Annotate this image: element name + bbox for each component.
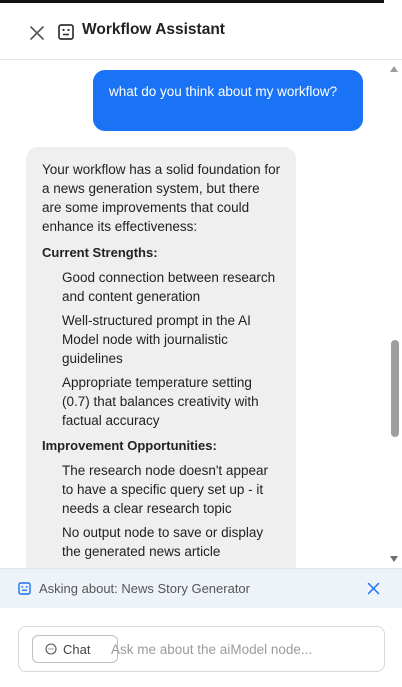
chat-scrollbar[interactable] bbox=[387, 60, 402, 568]
improvements-list: The research node doesn't appear to have… bbox=[42, 461, 281, 561]
message-input[interactable] bbox=[111, 639, 361, 659]
assistant-message: Your workflow has a solid foundation for… bbox=[26, 147, 296, 568]
chat-mode-button[interactable]: Chat bbox=[32, 635, 118, 663]
list-item: Good connection between research and con… bbox=[62, 270, 276, 304]
chat-mode-label: Chat bbox=[63, 642, 91, 657]
assistant-intro: Your workflow has a solid foundation for… bbox=[42, 162, 281, 234]
list-item: No output node to save or display the ge… bbox=[62, 525, 264, 559]
scroll-up-arrow-icon[interactable] bbox=[390, 66, 398, 72]
clear-context-close-icon[interactable] bbox=[366, 581, 381, 596]
chat-bubble-icon bbox=[45, 643, 57, 655]
close-icon[interactable] bbox=[27, 23, 47, 43]
chat-messages[interactable]: what do you think about my workflow? You… bbox=[0, 60, 402, 568]
list-item: The research node doesn't appear to have… bbox=[62, 463, 268, 516]
message-composer: Chat bbox=[18, 626, 385, 672]
user-message: what do you think about my workflow? bbox=[93, 70, 363, 131]
list-item: Appropriate temperature setting (0.7) th… bbox=[62, 375, 259, 428]
context-label: Asking about: News Story Generator bbox=[39, 581, 250, 596]
assistant-header: Workflow Assistant bbox=[0, 3, 402, 60]
list-item: Well-structured prompt in the AI Model n… bbox=[62, 313, 251, 366]
strengths-list: Good connection between research and con… bbox=[42, 268, 281, 430]
scrollbar-thumb[interactable] bbox=[391, 340, 399, 437]
context-bar: Asking about: News Story Generator bbox=[0, 568, 402, 608]
section-heading-improvements: Improvement Opportunities: bbox=[42, 438, 217, 453]
robot-icon bbox=[58, 24, 74, 40]
section-heading-strengths: Current Strengths: bbox=[42, 245, 158, 260]
scroll-down-arrow-icon[interactable] bbox=[390, 556, 398, 562]
page-title: Workflow Assistant bbox=[82, 21, 225, 38]
robot-icon bbox=[18, 582, 31, 595]
